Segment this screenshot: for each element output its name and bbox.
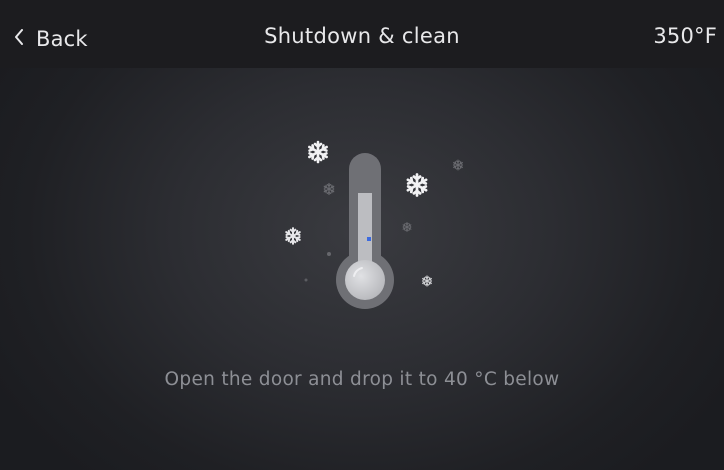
level-marker-icon (367, 237, 371, 241)
top-bar: Back Shutdown & clean 350°F (0, 0, 724, 68)
instruction-message: Open the door and drop it to 40 °C below (164, 369, 560, 390)
thermometer-with-snowflakes-icon (285, 141, 463, 309)
temperature-readout: 350°F (653, 24, 717, 48)
shutdown-clean-screen: Back Shutdown & clean 350°F Open the doo… (0, 0, 724, 470)
page-title: Shutdown & clean (264, 24, 460, 48)
cooling-illustration (270, 130, 470, 320)
thermometer-icon (336, 153, 394, 309)
